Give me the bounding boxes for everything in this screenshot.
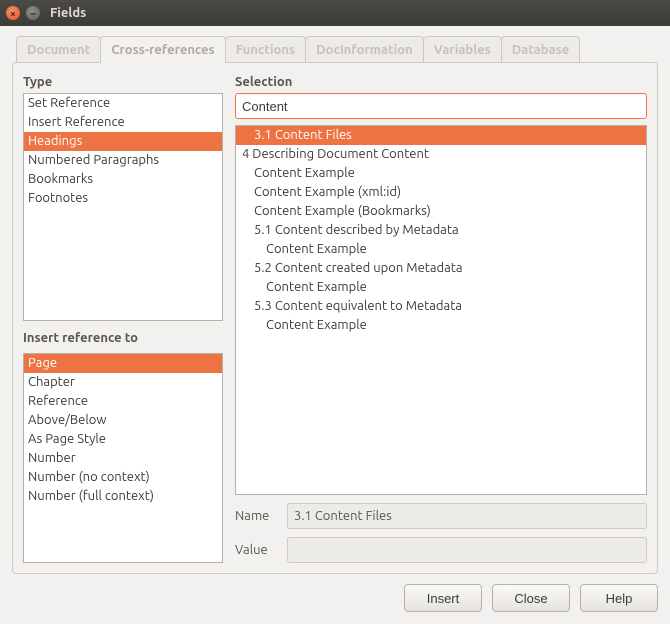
tab-cross-references[interactable]: Cross-references xyxy=(100,36,225,63)
type-item[interactable]: Set Reference xyxy=(24,94,222,113)
insert-ref-item[interactable]: Number (full context) xyxy=(24,487,222,506)
insert-ref-item[interactable]: Above/Below xyxy=(24,411,222,430)
help-button[interactable]: Help xyxy=(580,584,658,612)
value-row: Value xyxy=(235,537,647,563)
insert-reference-label: Insert reference to xyxy=(23,331,223,345)
selection-item[interactable]: Content Example (xml:id) xyxy=(236,183,646,202)
selection-listbox[interactable]: 3.1 Content Files4 Describing Document C… xyxy=(235,125,647,495)
insert-ref-item[interactable]: Page xyxy=(24,354,222,373)
name-label: Name xyxy=(235,509,277,523)
tab-functions[interactable]: Functions xyxy=(225,36,306,63)
tab-database[interactable]: Database xyxy=(501,36,580,63)
selection-item[interactable]: Content Example xyxy=(236,278,646,297)
type-listbox[interactable]: Set ReferenceInsert ReferenceHeadingsNum… xyxy=(23,93,223,321)
selection-label: Selection xyxy=(235,75,647,89)
tab-bar: DocumentCross-referencesFunctionsDocInfo… xyxy=(12,36,658,63)
type-item[interactable]: Insert Reference xyxy=(24,113,222,132)
insert-ref-item[interactable]: Reference xyxy=(24,392,222,411)
window-minimize-icon[interactable]: – xyxy=(26,6,40,20)
selection-filter-input[interactable] xyxy=(235,93,647,119)
value-label: Value xyxy=(235,543,277,557)
type-item[interactable]: Bookmarks xyxy=(24,170,222,189)
insert-ref-item[interactable]: As Page Style xyxy=(24,430,222,449)
titlebar: × – Fields xyxy=(0,0,670,26)
selection-item[interactable]: Content Example xyxy=(236,164,646,183)
insert-ref-item[interactable]: Chapter xyxy=(24,373,222,392)
selection-item[interactable]: Content Example xyxy=(236,316,646,335)
insert-button[interactable]: Insert xyxy=(404,584,482,612)
tab-variables[interactable]: Variables xyxy=(423,36,502,63)
type-item[interactable]: Headings xyxy=(24,132,222,151)
insert-reference-listbox[interactable]: PageChapterReferenceAbove/BelowAs Page S… xyxy=(23,353,223,563)
dialog-footer: Insert Close Help xyxy=(12,574,658,612)
tab-document[interactable]: Document xyxy=(16,36,101,63)
selection-item[interactable]: 5.3 Content equivalent to Metadata xyxy=(236,297,646,316)
type-item[interactable]: Footnotes xyxy=(24,189,222,208)
window-close-icon[interactable]: × xyxy=(6,6,20,20)
selection-item[interactable]: 4 Describing Document Content xyxy=(236,145,646,164)
selection-item[interactable]: 5.1 Content described by Metadata xyxy=(236,221,646,240)
tab-docinformation[interactable]: DocInformation xyxy=(305,36,424,63)
left-column: Type Set ReferenceInsert ReferenceHeadin… xyxy=(23,73,223,563)
insert-ref-item[interactable]: Number xyxy=(24,449,222,468)
name-field: 3.1 Content Files xyxy=(287,503,647,529)
selection-item[interactable]: 5.2 Content created upon Metadata xyxy=(236,259,646,278)
panel-grid: Type Set ReferenceInsert ReferenceHeadin… xyxy=(23,73,647,563)
dialog-content: DocumentCross-referencesFunctionsDocInfo… xyxy=(0,26,670,624)
type-item[interactable]: Numbered Paragraphs xyxy=(24,151,222,170)
selection-item[interactable]: 3.1 Content Files xyxy=(236,126,646,145)
selection-item[interactable]: Content Example (Bookmarks) xyxy=(236,202,646,221)
value-field xyxy=(287,537,647,563)
name-row: Name 3.1 Content Files xyxy=(235,503,647,529)
type-label: Type xyxy=(23,75,223,89)
cross-references-panel: Type Set ReferenceInsert ReferenceHeadin… xyxy=(12,62,658,574)
window-title: Fields xyxy=(50,6,86,20)
fields-dialog: × – Fields DocumentCross-referencesFunct… xyxy=(0,0,670,624)
close-button[interactable]: Close xyxy=(492,584,570,612)
right-column: Selection 3.1 Content Files4 Describing … xyxy=(235,73,647,563)
selection-item[interactable]: Content Example xyxy=(236,240,646,259)
insert-ref-item[interactable]: Number (no context) xyxy=(24,468,222,487)
